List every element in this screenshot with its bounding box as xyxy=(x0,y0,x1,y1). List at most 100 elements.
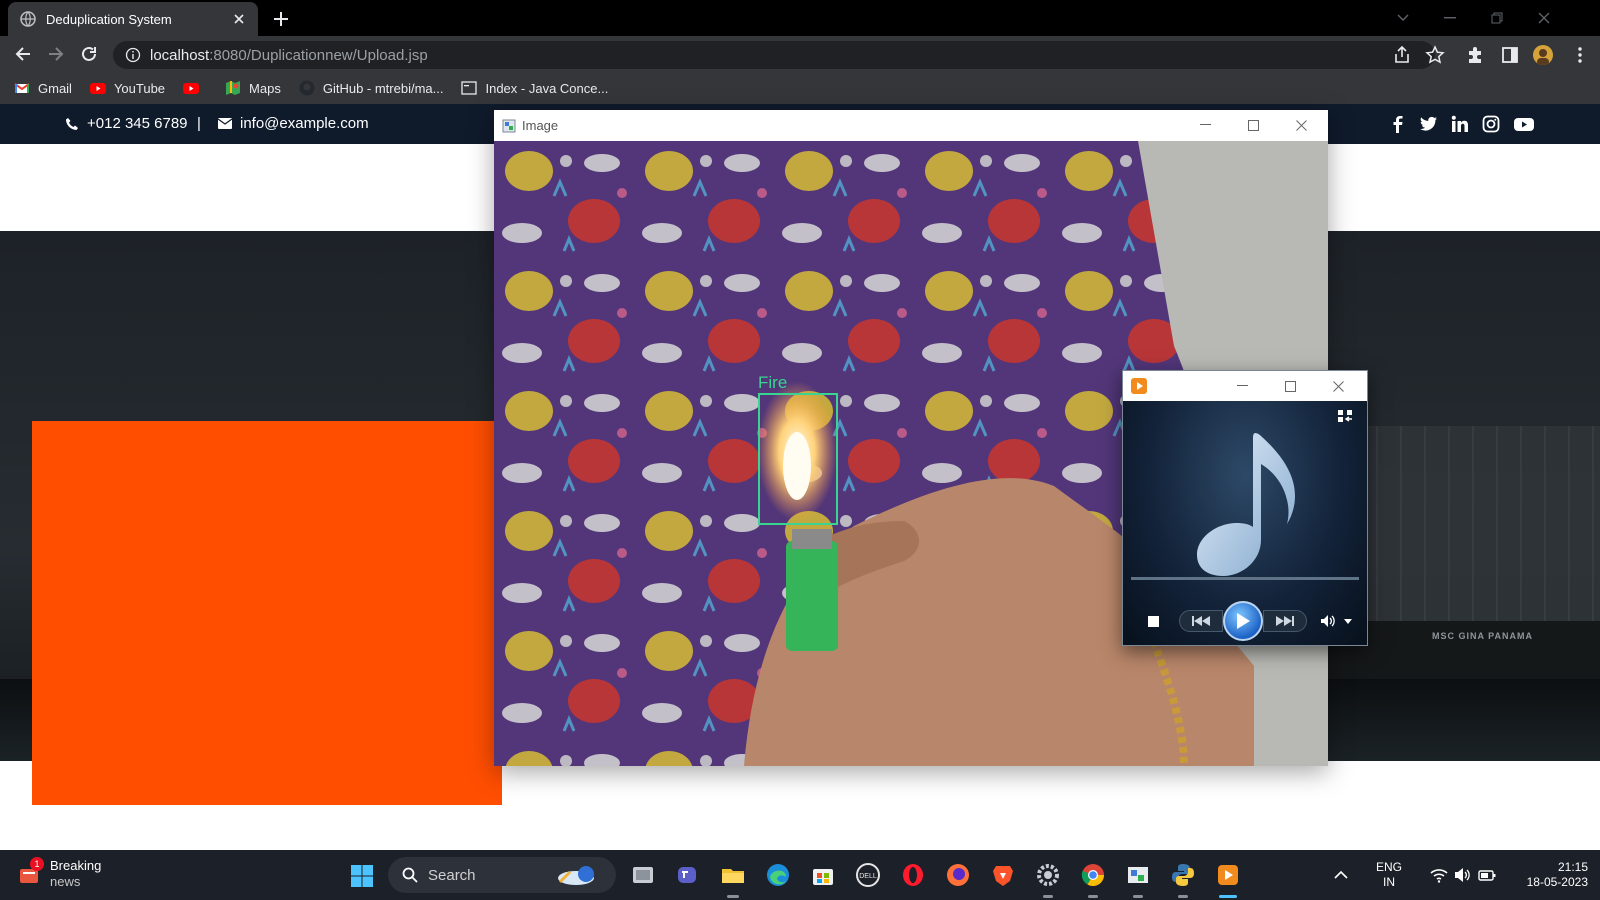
running-indicator xyxy=(1043,895,1053,898)
wifi-icon[interactable] xyxy=(1430,867,1448,883)
news-widget[interactable]: 1 Breaking news xyxy=(18,857,101,890)
search-highlight-icon xyxy=(558,866,594,885)
bookmark-label: Gmail xyxy=(38,80,72,96)
youtube-icon xyxy=(89,83,106,94)
task-view-icon[interactable] xyxy=(630,862,656,888)
play-icon[interactable] xyxy=(1223,601,1263,641)
image-window-task-icon[interactable] xyxy=(1125,862,1151,888)
clock-date: 18-05-2023 xyxy=(1526,875,1588,889)
bookmark-youtube[interactable]: YouTube xyxy=(89,80,166,96)
python-icon[interactable] xyxy=(1170,862,1196,888)
media-player-app-icon xyxy=(1131,378,1147,394)
running-indicator xyxy=(727,895,739,898)
share-icon[interactable] xyxy=(1392,45,1412,65)
bookmark-index-java[interactable]: Index - Java Conce... xyxy=(461,80,608,96)
minimize-window-icon[interactable] xyxy=(1437,6,1463,30)
close-tab-icon[interactable] xyxy=(230,10,248,28)
hero-accent-panel xyxy=(32,421,502,805)
back-icon[interactable] xyxy=(11,42,35,66)
extensions-icon[interactable] xyxy=(1465,45,1485,65)
bookmark-github[interactable]: GitHub - mtrebi/ma... xyxy=(299,80,444,96)
twitter-icon[interactable] xyxy=(1420,115,1438,133)
teams-chat-icon[interactable] xyxy=(675,862,701,888)
gmail-icon xyxy=(14,83,30,93)
close-icon[interactable] xyxy=(1323,375,1353,397)
instagram-icon[interactable] xyxy=(1482,115,1500,133)
tab-title: Deduplication System xyxy=(46,11,172,27)
ship-containers-image xyxy=(1330,426,1600,646)
language-code: ENG xyxy=(1375,860,1402,874)
site-info-icon[interactable] xyxy=(125,47,141,63)
image-window-titlebar[interactable]: Image xyxy=(494,110,1328,141)
github-icon xyxy=(299,80,315,96)
chevron-up-icon[interactable] xyxy=(1332,867,1350,883)
media-player-body xyxy=(1123,401,1367,645)
media-player-task-icon[interactable] xyxy=(1215,862,1241,888)
settings-icon[interactable] xyxy=(1035,862,1061,888)
switch-to-library-icon[interactable] xyxy=(1337,409,1353,423)
globe-icon xyxy=(20,11,36,27)
minimize-icon[interactable] xyxy=(1190,114,1220,136)
new-tab-button[interactable] xyxy=(270,8,292,30)
facebook-icon[interactable] xyxy=(1389,115,1407,133)
profile-avatar[interactable] xyxy=(1533,45,1553,65)
close-window-icon[interactable] xyxy=(1531,6,1557,30)
media-player-window[interactable] xyxy=(1122,370,1368,646)
volume-dropdown-icon[interactable] xyxy=(1343,617,1353,625)
stop-icon[interactable] xyxy=(1147,615,1159,627)
bookmark-gmail[interactable]: Gmail xyxy=(14,80,72,96)
next-icon[interactable] xyxy=(1263,610,1307,632)
bookmark-youtube-2[interactable] xyxy=(183,80,207,96)
maximize-icon[interactable] xyxy=(1275,375,1305,397)
address-bar[interactable]: localhost:8080/Duplicationnew/Upload.jsp xyxy=(113,41,1435,69)
bookmark-label: YouTube xyxy=(113,80,166,96)
dell-icon[interactable]: DELL xyxy=(855,862,881,888)
phone-contact[interactable]: +012 345 6789 xyxy=(65,115,188,132)
forward-icon[interactable] xyxy=(44,42,68,66)
chrome-icon[interactable] xyxy=(1080,862,1106,888)
email-contact[interactable]: info@example.com xyxy=(218,115,369,132)
firefox-icon[interactable] xyxy=(945,862,971,888)
url-host: localhost xyxy=(150,46,210,64)
maximize-icon[interactable] xyxy=(1238,114,1268,136)
playback-controls xyxy=(1123,601,1367,641)
brave-icon[interactable] xyxy=(990,862,1016,888)
browser-tab[interactable]: Deduplication System xyxy=(8,2,258,36)
previous-icon[interactable] xyxy=(1179,610,1223,632)
taskbar-search[interactable]: Search xyxy=(388,857,616,893)
running-indicator xyxy=(1088,895,1098,898)
restore-window-icon[interactable] xyxy=(1484,6,1510,30)
image-app-icon xyxy=(502,119,516,132)
menu-kebab-icon[interactable] xyxy=(1570,45,1590,65)
battery-icon[interactable] xyxy=(1478,867,1496,883)
file-explorer-icon[interactable] xyxy=(720,862,746,888)
windows-start-icon[interactable] xyxy=(350,864,374,888)
running-indicator xyxy=(1133,895,1143,898)
linkedin-icon[interactable] xyxy=(1451,115,1469,133)
seek-bar[interactable] xyxy=(1131,577,1359,580)
bookmark-star-icon[interactable] xyxy=(1425,45,1445,65)
bookmark-label: GitHub - mtrebi/ma... xyxy=(322,80,444,96)
bookmark-maps[interactable]: Maps xyxy=(225,80,281,96)
media-player-titlebar[interactable] xyxy=(1123,371,1367,401)
speaker-icon[interactable] xyxy=(1454,867,1472,883)
reload-icon[interactable] xyxy=(77,42,101,66)
microsoft-store-icon[interactable] xyxy=(810,862,836,888)
system-clock[interactable]: 21:15 18-05-2023 xyxy=(1508,860,1588,890)
tab-search-icon[interactable] xyxy=(1390,6,1416,30)
close-icon[interactable] xyxy=(1286,114,1316,136)
youtube-icon[interactable] xyxy=(1514,115,1534,133)
email-address: info@example.com xyxy=(240,115,369,132)
news-badge: 1 xyxy=(30,857,44,871)
side-panel-icon[interactable] xyxy=(1500,45,1520,65)
volume-icon[interactable] xyxy=(1319,613,1337,629)
news-subtitle: news xyxy=(50,874,81,889)
input-language[interactable]: ENG IN xyxy=(1374,860,1404,890)
bookmark-label: Maps xyxy=(249,80,281,96)
minimize-icon[interactable] xyxy=(1227,375,1257,397)
opera-icon[interactable] xyxy=(900,862,926,888)
search-placeholder: Search xyxy=(428,866,476,884)
svg-text:DELL: DELL xyxy=(859,873,877,880)
edge-icon[interactable] xyxy=(765,862,791,888)
phone-icon xyxy=(66,117,78,130)
